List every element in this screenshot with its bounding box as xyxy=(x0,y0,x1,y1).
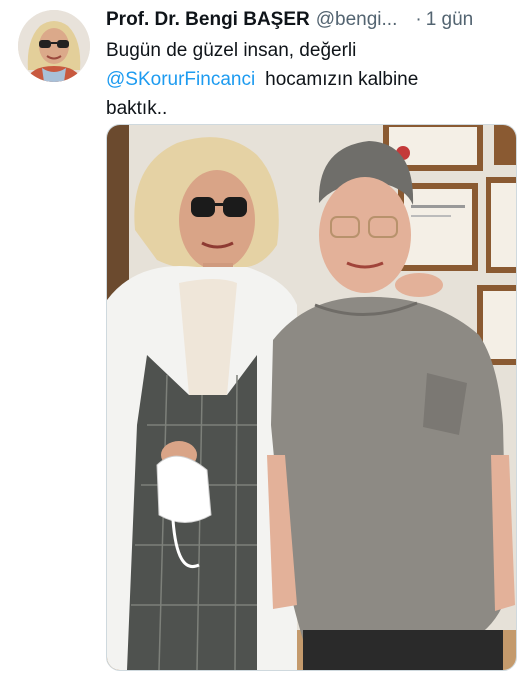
tweet-media[interactable] xyxy=(106,124,517,671)
author-avatar[interactable] xyxy=(18,10,90,82)
separator-dot: · xyxy=(415,9,422,30)
author-handle[interactable]: @bengi... xyxy=(316,9,398,31)
avatar-photo xyxy=(18,10,90,82)
tweet-text: Bugün de güzel insan, değerli @SKorurFin… xyxy=(106,36,506,123)
mention-link[interactable]: @SKorurFincanci xyxy=(106,69,255,90)
tweet-timestamp[interactable]: 1 gün xyxy=(426,9,474,31)
tweet-photo xyxy=(107,125,516,670)
tweet-header: Prof. Dr. Bengi BAŞER @bengi... · 1 gün xyxy=(106,8,516,32)
tweet-text-line-3: baktık.. xyxy=(106,98,168,119)
tweet-text-line-2: @SKorurFincanci hocamızın kalbine xyxy=(106,65,506,94)
tweet-text-line-1: Bugün de güzel insan, değerli xyxy=(106,40,357,61)
author-name[interactable]: Prof. Dr. Bengi BAŞER xyxy=(106,9,310,31)
tweet-text-line-2-rest: hocamızın kalbine xyxy=(265,69,419,90)
